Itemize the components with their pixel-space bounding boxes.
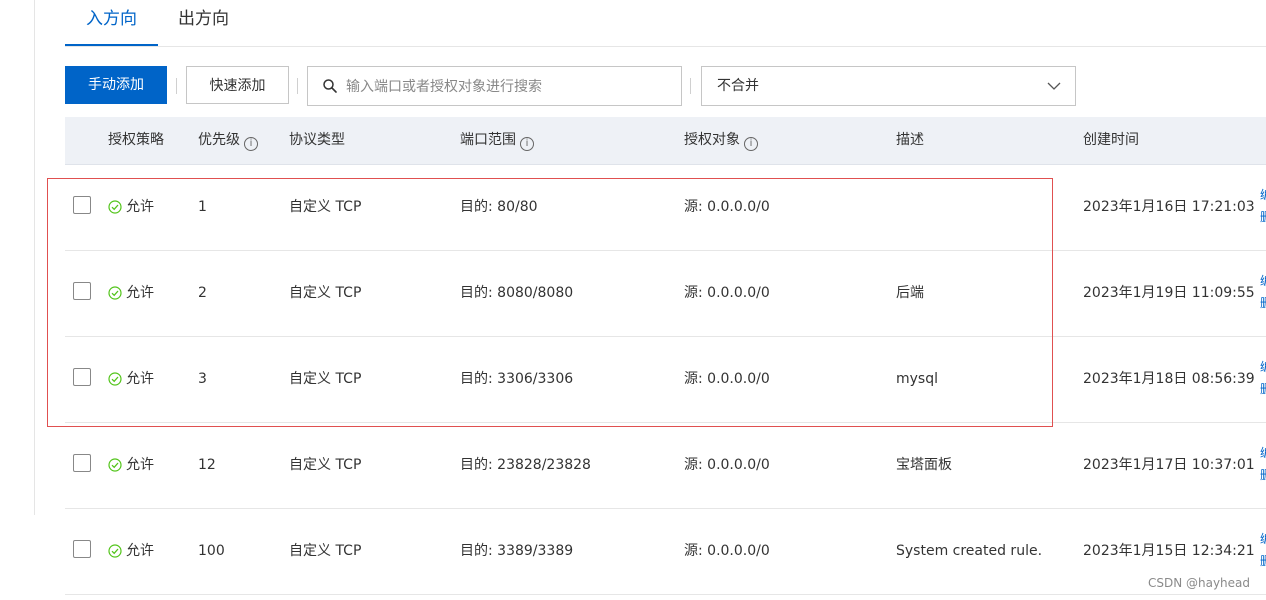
created-time-cell: 2023年1月16日 17:21:03 [1083, 199, 1255, 215]
merge-select-value: 不合并 [717, 78, 759, 94]
search-input[interactable] [344, 67, 678, 107]
check-circle-icon [108, 458, 122, 472]
toolbar-separator [176, 78, 177, 94]
header-source: 授权对象 i [684, 117, 758, 164]
header-priority: 优先级 i [198, 117, 258, 164]
table-row: 允许 3 自定义 TCP 目的: 3306/3306 源: 0.0.0.0/0 … [65, 336, 1266, 423]
check-circle-icon [108, 286, 122, 300]
row-checkbox[interactable] [73, 540, 91, 558]
priority-cell: 100 [198, 543, 225, 559]
row-action-link[interactable]: 编删 [1260, 528, 1266, 572]
direction-tabs: 入方向 出方向 [65, 0, 1266, 47]
port-cell: 目的: 8080/8080 [460, 285, 574, 301]
policy-cell: 允许 [108, 336, 154, 422]
protocol-cell: 自定义 TCP [289, 457, 362, 473]
quick-add-button[interactable]: 快速添加 [186, 66, 289, 104]
tab-outbound[interactable]: 出方向 [178, 6, 229, 44]
table-row: 允许 12 自定义 TCP 目的: 23828/23828 源: 0.0.0.0… [65, 422, 1266, 509]
row-action-link[interactable]: 编删 [1260, 442, 1266, 486]
info-icon[interactable]: i [244, 137, 258, 151]
row-checkbox[interactable] [73, 368, 91, 386]
source-cell: 源: 0.0.0.0/0 [684, 457, 770, 473]
merge-select[interactable]: 不合并 [701, 66, 1076, 106]
row-checkbox[interactable] [73, 196, 91, 214]
check-circle-icon [108, 544, 122, 558]
toolbar-separator [297, 78, 298, 94]
toolbar-separator [690, 78, 691, 94]
table-row: 允许 2 自定义 TCP 目的: 8080/8080 源: 0.0.0.0/0 … [65, 250, 1266, 337]
check-circle-icon [108, 372, 122, 386]
description-cell: 后端 [896, 285, 924, 301]
priority-cell: 2 [198, 285, 207, 301]
description-cell: 宝塔面板 [896, 457, 952, 473]
header-protocol: 协议类型 [289, 132, 345, 148]
description-cell: System created rule. [896, 543, 1043, 559]
row-checkbox[interactable] [73, 454, 91, 472]
source-cell: 源: 0.0.0.0/0 [684, 543, 770, 559]
left-divider [34, 0, 35, 515]
protocol-cell: 自定义 TCP [289, 371, 362, 387]
description-cell: mysql [896, 371, 938, 387]
info-icon[interactable]: i [744, 137, 758, 151]
created-time-cell: 2023年1月19日 11:09:55 [1083, 285, 1255, 301]
manual-add-button[interactable]: 手动添加 [65, 66, 167, 104]
priority-cell: 1 [198, 199, 207, 215]
priority-cell: 12 [198, 457, 216, 473]
port-cell: 目的: 23828/23828 [460, 457, 591, 473]
policy-cell: 允许 [108, 250, 154, 336]
table-row: 允许 1 自定义 TCP 目的: 80/80 源: 0.0.0.0/0 2023… [65, 164, 1266, 251]
header-description: 描述 [896, 132, 924, 148]
source-cell: 源: 0.0.0.0/0 [684, 285, 770, 301]
port-cell: 目的: 3306/3306 [460, 371, 574, 387]
row-checkbox[interactable] [73, 282, 91, 300]
source-cell: 源: 0.0.0.0/0 [684, 371, 770, 387]
port-cell: 目的: 80/80 [460, 199, 538, 215]
row-action-link[interactable]: 编删 [1260, 270, 1266, 314]
source-cell: 源: 0.0.0.0/0 [684, 199, 770, 215]
check-circle-icon [108, 200, 122, 214]
header-port-range: 端口范围 i [460, 117, 534, 164]
created-time-cell: 2023年1月18日 08:56:39 [1083, 371, 1255, 387]
table-header: 授权策略 优先级 i 协议类型 端口范围 i 授权对象 i 描述 创建时间 [65, 117, 1266, 165]
search-box [307, 66, 682, 107]
row-action-link[interactable]: 编删 [1260, 356, 1266, 400]
watermark: CSDN @hayhead [1147, 576, 1250, 590]
policy-cell: 允许 [108, 508, 154, 594]
protocol-cell: 自定义 TCP [289, 543, 362, 559]
search-icon [323, 79, 337, 93]
priority-cell: 3 [198, 371, 207, 387]
tab-inbound[interactable]: 入方向 [65, 6, 158, 46]
header-created-time: 创建时间 [1083, 132, 1139, 148]
row-action-link[interactable]: 编删 [1260, 184, 1266, 228]
port-cell: 目的: 3389/3389 [460, 543, 574, 559]
policy-cell: 允许 [108, 422, 154, 508]
header-policy: 授权策略 [108, 132, 164, 148]
policy-cell: 允许 [108, 164, 154, 250]
table-row: 允许 100 自定义 TCP 目的: 3389/3389 源: 0.0.0.0/… [65, 508, 1266, 595]
protocol-cell: 自定义 TCP [289, 285, 362, 301]
chevron-down-icon [1047, 82, 1061, 90]
protocol-cell: 自定义 TCP [289, 199, 362, 215]
created-time-cell: 2023年1月17日 10:37:01 [1083, 457, 1255, 473]
info-icon[interactable]: i [520, 137, 534, 151]
